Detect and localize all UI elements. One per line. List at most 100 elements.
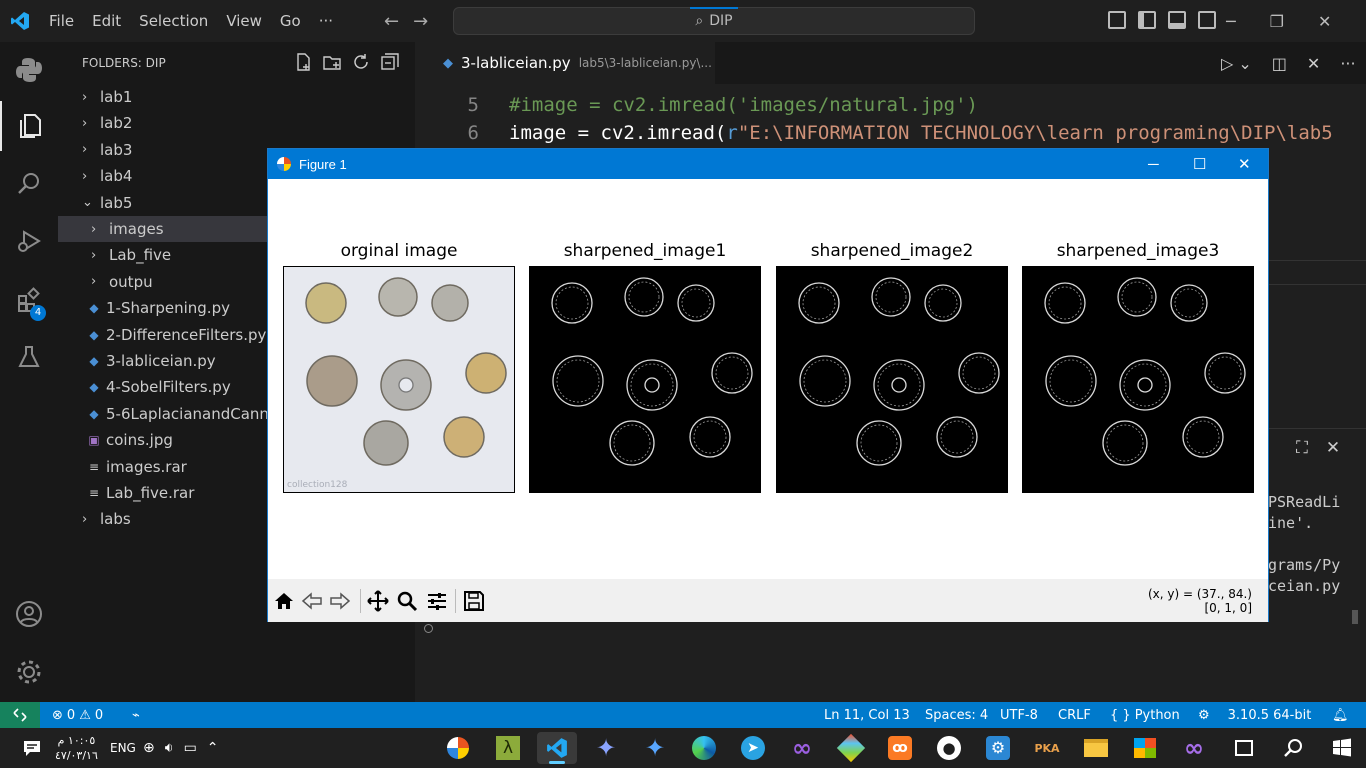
warning-count: 0 bbox=[94, 707, 104, 723]
configure-subplots-icon[interactable] bbox=[425, 589, 449, 613]
tab-path: lab5\3-labliceian.py\... bbox=[578, 56, 712, 70]
search-icon[interactable] bbox=[1273, 732, 1313, 764]
close-icon[interactable]: ✕ bbox=[1318, 12, 1331, 31]
close-panel-icon[interactable]: ✕ bbox=[1326, 438, 1340, 458]
ports-icon[interactable]: ⌁ bbox=[132, 702, 140, 728]
matplotlib-app-icon[interactable] bbox=[438, 732, 478, 764]
input-language[interactable]: ENG bbox=[110, 728, 136, 768]
sharpened-coins-image[interactable] bbox=[1022, 266, 1254, 493]
tree-item-label: outpu bbox=[109, 272, 153, 291]
search-icon[interactable] bbox=[0, 159, 58, 209]
pan-icon[interactable] bbox=[366, 589, 390, 613]
menu-more[interactable]: ··· bbox=[310, 0, 342, 42]
visual-studio-icon[interactable]: ∞ bbox=[782, 732, 822, 764]
notification-center-icon[interactable] bbox=[22, 728, 42, 768]
run-and-debug-icon[interactable] bbox=[0, 216, 58, 266]
xampp-icon[interactable]: ꝏ bbox=[880, 732, 920, 764]
split-editor-icon[interactable]: ◫ bbox=[1272, 54, 1287, 73]
file-explorer-icon[interactable] bbox=[1076, 732, 1116, 764]
tree-item-label: labs bbox=[100, 510, 131, 529]
interpreter-selector[interactable]: ⚙ 3.10.5 64-bit bbox=[1198, 702, 1311, 728]
refresh-icon[interactable] bbox=[352, 53, 370, 71]
clock[interactable]: ١٠:٠٥ م ٤٧/٠٣/١٦ bbox=[55, 728, 98, 768]
close-all-icon[interactable]: ✕ bbox=[1307, 54, 1320, 73]
visual-studio-icon[interactable]: ∞ bbox=[1174, 732, 1214, 764]
save-icon[interactable] bbox=[462, 589, 486, 613]
home-icon[interactable] bbox=[272, 589, 296, 613]
menu-go[interactable]: Go bbox=[271, 0, 310, 42]
panel-divider bbox=[1268, 260, 1366, 261]
menu-view[interactable]: View bbox=[217, 0, 271, 42]
menu-edit[interactable]: Edit bbox=[83, 0, 130, 42]
sharpened-coins-image[interactable] bbox=[776, 266, 1008, 493]
sharpened-coins-image[interactable] bbox=[529, 266, 761, 493]
network-globe-icon[interactable]: ⊕ bbox=[143, 740, 155, 756]
encoding[interactable]: UTF-8 bbox=[1000, 702, 1038, 728]
gemini-app-icon[interactable]: ✦ bbox=[635, 732, 675, 764]
volume-icon[interactable]: 🔉︎ bbox=[165, 740, 174, 756]
lambda-app-icon[interactable]: λ bbox=[488, 732, 528, 764]
microsoft-store-icon[interactable] bbox=[1125, 732, 1165, 764]
battery-icon[interactable]: ▭ bbox=[184, 740, 197, 756]
tab-filename: 3-labliceian.py bbox=[461, 54, 571, 72]
packet-tracer-icon[interactable]: PKA bbox=[1027, 732, 1067, 764]
figure-close-icon[interactable]: ✕ bbox=[1238, 149, 1251, 179]
terminal-scrollbar[interactable] bbox=[1352, 610, 1358, 624]
show-hidden-icons-chevron-icon[interactable]: ⌃ bbox=[207, 740, 219, 756]
git-tool-icon[interactable] bbox=[831, 732, 871, 764]
toggle-panel-icon[interactable] bbox=[1168, 11, 1186, 29]
task-view-icon[interactable] bbox=[1224, 732, 1264, 764]
back-icon[interactable] bbox=[300, 589, 324, 613]
settings-gear-icon[interactable] bbox=[0, 647, 58, 697]
menu-selection[interactable]: Selection bbox=[130, 0, 217, 42]
problems-indicator[interactable]: ⊗ 0 ⚠ 0 bbox=[52, 702, 103, 728]
language-mode[interactable]: { } Python bbox=[1110, 702, 1180, 728]
run-python-icon[interactable]: ▷ ⌄ bbox=[1221, 54, 1252, 73]
vscode-app-icon[interactable] bbox=[537, 732, 577, 764]
minimize-icon[interactable]: ─ bbox=[1226, 12, 1236, 31]
collapse-all-icon[interactable] bbox=[381, 53, 399, 71]
figure-maximize-icon[interactable]: ☐ bbox=[1193, 149, 1206, 179]
forward-arrow-icon[interactable]: → bbox=[413, 11, 428, 32]
settings-app-icon[interactable]: ⚙ bbox=[978, 732, 1018, 764]
folder-item[interactable]: › lab1 bbox=[58, 84, 415, 110]
accounts-icon[interactable] bbox=[0, 589, 58, 639]
code-string: "E:\INFORMATION TECHNOLOGY\learn program… bbox=[737, 122, 1333, 144]
edge-browser-icon[interactable] bbox=[684, 732, 724, 764]
back-arrow-icon[interactable]: ← bbox=[384, 11, 399, 32]
gemini-app-icon[interactable]: ✦ bbox=[586, 732, 626, 764]
cursor-position[interactable]: Ln 11, Col 13 bbox=[824, 702, 910, 728]
explorer-icon[interactable] bbox=[0, 101, 58, 151]
restore-icon[interactable]: ❐ bbox=[1270, 12, 1284, 31]
code-comment: #image = cv2.imread('images/natural.jpg'… bbox=[509, 94, 978, 116]
editor-tab[interactable]: ◆ 3-labliceian.py lab5\3-labliceian.py\.… bbox=[415, 42, 715, 84]
new-folder-icon[interactable] bbox=[323, 53, 341, 71]
folder-item[interactable]: › lab2 bbox=[58, 110, 415, 136]
terminal-line: ceian.py bbox=[1268, 577, 1341, 595]
command-center-search[interactable]: ⌕ DIP bbox=[453, 7, 975, 35]
figure-minimize-icon[interactable]: ─ bbox=[1148, 149, 1159, 179]
testing-flask-icon[interactable] bbox=[0, 332, 58, 382]
forward-icon[interactable] bbox=[328, 589, 352, 613]
line-ending[interactable]: CRLF bbox=[1058, 702, 1091, 728]
new-file-icon[interactable] bbox=[294, 53, 312, 71]
customize-layout-icon[interactable] bbox=[1108, 11, 1126, 29]
menu-file[interactable]: File bbox=[40, 0, 83, 42]
github-icon[interactable]: ● bbox=[929, 732, 969, 764]
extensions-icon[interactable]: 4 bbox=[0, 275, 58, 325]
python-file-icon: ◆ bbox=[89, 301, 99, 316]
windows-start-icon[interactable] bbox=[1322, 732, 1362, 764]
python-icon[interactable] bbox=[0, 45, 58, 95]
remote-indicator-icon[interactable] bbox=[0, 702, 40, 728]
indentation[interactable]: Spaces: 4 bbox=[925, 702, 988, 728]
maximize-panel-icon[interactable]: ⛶ bbox=[1296, 438, 1308, 458]
toggle-sidebar-icon[interactable] bbox=[1138, 11, 1156, 29]
panel-divider bbox=[1268, 284, 1366, 285]
more-actions-icon[interactable]: ··· bbox=[1340, 54, 1355, 73]
telegram-icon[interactable]: ➤ bbox=[733, 732, 773, 764]
notifications-bell-icon[interactable]: 🔔︎ bbox=[1332, 702, 1349, 728]
tree-item-label: coins.jpg bbox=[106, 431, 173, 450]
zoom-icon[interactable] bbox=[395, 589, 419, 613]
original-coins-image[interactable]: collection128 bbox=[283, 266, 515, 493]
toggle-secondary-sidebar-icon[interactable] bbox=[1198, 11, 1216, 29]
